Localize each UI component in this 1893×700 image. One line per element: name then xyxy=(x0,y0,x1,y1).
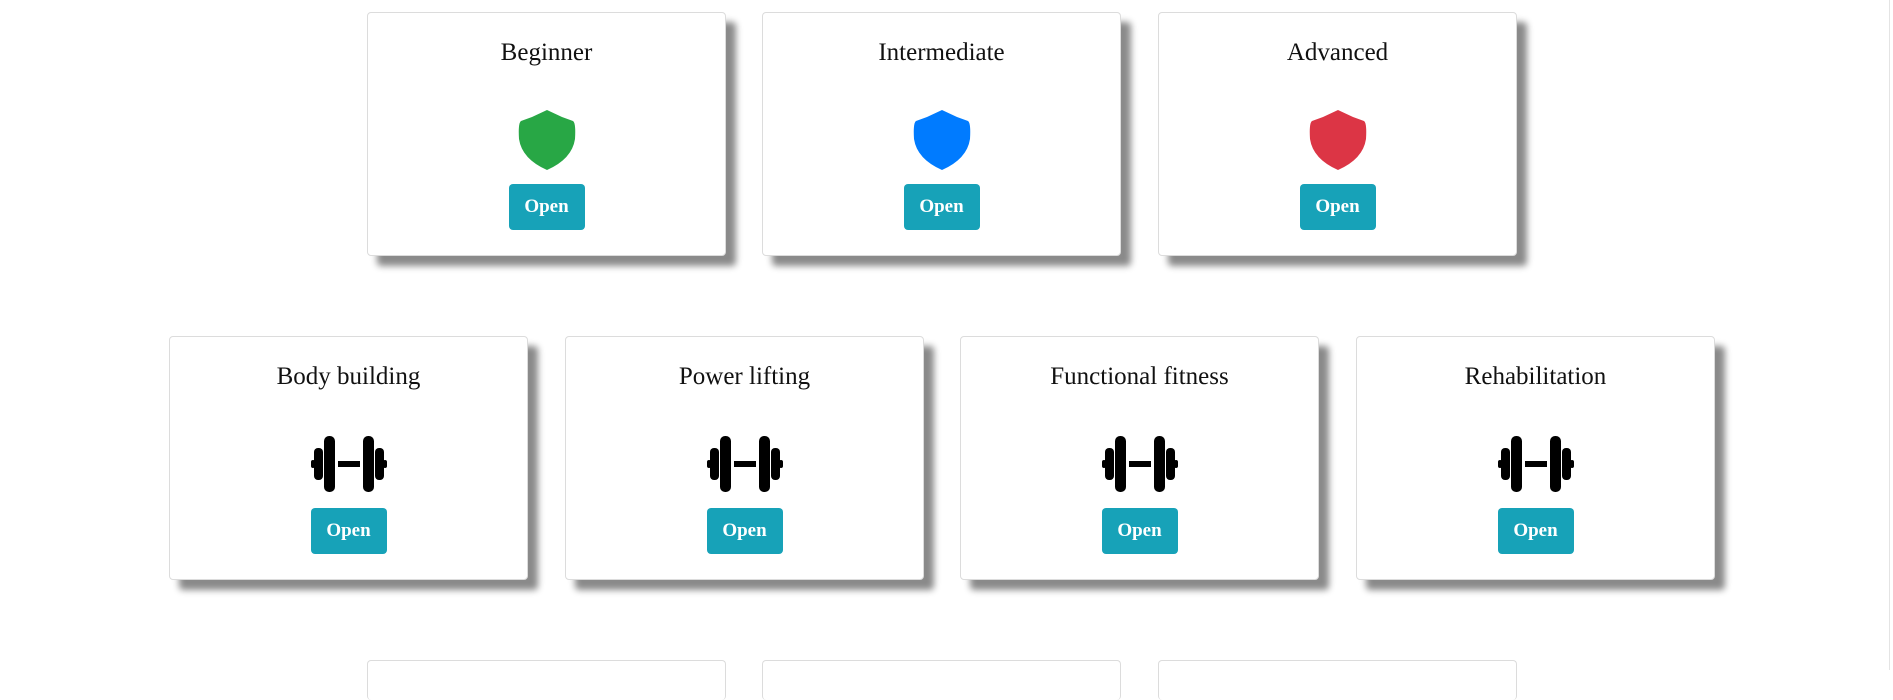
open-button[interactable]: Open xyxy=(1497,508,1574,554)
level-card-intermediate: Intermediate Open xyxy=(762,12,1121,256)
open-button[interactable]: Open xyxy=(310,508,387,554)
level-card-beginner: Beginner Open xyxy=(367,12,726,256)
card-title: Functional fitness xyxy=(1050,363,1229,390)
card-title: Advanced xyxy=(1286,39,1389,66)
scrollbar-edge xyxy=(1889,0,1890,670)
open-button[interactable]: Open xyxy=(508,184,585,230)
card-title: Intermediate xyxy=(878,39,1005,66)
card-title: Power lifting xyxy=(678,363,811,390)
dumbbell-icon xyxy=(706,426,783,502)
card-partial xyxy=(762,660,1121,700)
open-button[interactable]: Open xyxy=(903,184,980,230)
open-button[interactable]: Open xyxy=(1299,184,1376,230)
discipline-card-rehabilitation: Rehabilitation Open xyxy=(1356,336,1715,580)
card-partial xyxy=(367,660,726,700)
dumbbell-icon xyxy=(1497,426,1574,502)
level-card-advanced: Advanced Open xyxy=(1158,12,1517,256)
card-partial xyxy=(1158,660,1517,700)
open-button[interactable]: Open xyxy=(706,508,783,554)
card-title: Body building xyxy=(276,363,421,390)
discipline-card-power-lifting: Power lifting Open xyxy=(565,336,924,580)
open-button[interactable]: Open xyxy=(1101,508,1178,554)
shield-icon xyxy=(509,102,585,178)
dumbbell-icon xyxy=(1101,426,1178,502)
shield-icon xyxy=(1300,102,1376,178)
card-title: Beginner xyxy=(500,39,593,66)
dumbbell-icon xyxy=(310,426,387,502)
discipline-card-body-building: Body building Open xyxy=(169,336,528,580)
shield-icon xyxy=(904,102,980,178)
card-title: Rehabilitation xyxy=(1464,363,1607,390)
discipline-card-functional-fitness: Functional fitness Open xyxy=(960,336,1319,580)
